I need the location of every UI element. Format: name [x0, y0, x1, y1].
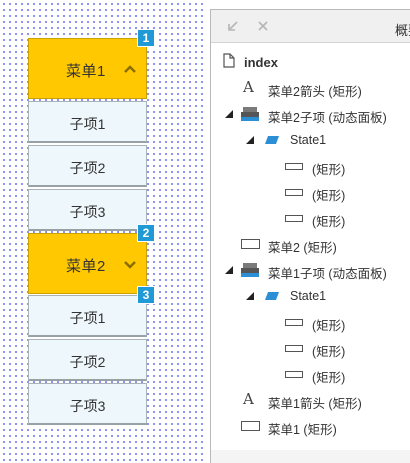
menu-header-2-label: 菜单2	[66, 258, 106, 275]
tree-row[interactable]: A 菜单1箭头 (矩形)	[211, 387, 410, 413]
tree-row[interactable]: 菜单1 (矩形)	[211, 413, 410, 439]
expand-triangle-icon[interactable]	[225, 110, 233, 118]
outline-tree[interactable]: index A 菜单2箭头 (矩形) 菜单2子项 (动态面板) State1 (…	[211, 44, 410, 463]
chevron-up-icon[interactable]	[122, 61, 138, 77]
submenu-item[interactable]: 子项2	[28, 145, 147, 187]
chevron-down-icon[interactable]	[122, 256, 138, 272]
tree-row[interactable]: (矩形)	[211, 179, 410, 205]
tree-row-label: (矩形)	[312, 371, 346, 385]
tree-row-label: State1	[290, 133, 327, 147]
tree-row-index[interactable]: index	[211, 49, 410, 75]
state-icon	[265, 136, 279, 144]
state-icon	[265, 292, 279, 300]
tree-row[interactable]: State1	[211, 283, 410, 309]
submenu-item[interactable]: 子项1	[28, 295, 147, 337]
outline-panel-header: 概要	[211, 10, 410, 43]
tree-row-label: 菜单1子项 (动态面板)	[268, 267, 387, 281]
rectangle-icon	[285, 319, 303, 326]
submenu-item-label: 子项2	[69, 354, 106, 370]
tree-row-label: 菜单2箭头 (矩形)	[268, 85, 362, 99]
tree-row-label: (矩形)	[312, 215, 346, 229]
tree-row[interactable]: 菜单2 (矩形)	[211, 231, 410, 257]
rectangle-icon	[241, 239, 260, 249]
horizontal-scrollbar[interactable]	[211, 450, 410, 463]
rectangle-icon	[285, 189, 303, 196]
rectangle-icon	[285, 371, 303, 378]
outline-panel: 概要 index A 菜单2箭头 (矩形) 菜单2子项 (动态面板)	[210, 9, 410, 463]
rectangle-icon	[285, 345, 303, 352]
submenu-item-label: 子项2	[69, 160, 106, 176]
tree-row-label: 菜单1箭头 (矩形)	[268, 397, 362, 411]
submenu-item[interactable]: 子项1	[28, 101, 147, 143]
tree-row-label: index	[244, 55, 278, 70]
rectangle-icon	[285, 163, 303, 170]
expand-triangle-icon[interactable]	[246, 292, 254, 300]
tree-row[interactable]: A 菜单2箭头 (矩形)	[211, 75, 410, 101]
annotation-badge-1[interactable]: 1	[137, 29, 155, 47]
submenu-item-label: 子项3	[69, 398, 106, 414]
tree-row-label: 菜单2子项 (动态面板)	[268, 111, 387, 125]
menu-header-2[interactable]: 菜单2	[28, 233, 147, 294]
design-canvas[interactable]: 菜单1 1 子项1 子项2 子项3 菜单2 2 子项1 3 子项2 子项3	[0, 0, 204, 463]
tree-row-label: 菜单2 (矩形)	[268, 241, 337, 255]
close-icon[interactable]	[257, 20, 269, 32]
tree-row[interactable]: (矩形)	[211, 335, 410, 361]
tree-row[interactable]: (矩形)	[211, 361, 410, 387]
submenu-item-label: 子项3	[69, 204, 106, 220]
dynamic-panel-icon	[241, 263, 259, 277]
submenu-item[interactable]: 子项3	[28, 189, 147, 231]
tree-row-label: (矩形)	[312, 189, 346, 203]
page-icon	[223, 53, 235, 68]
submenu-item-label: 子项1	[69, 310, 106, 326]
submenu-item-label: 子项1	[69, 116, 106, 132]
text-icon: A	[243, 78, 254, 96]
annotation-badge-2[interactable]: 2	[137, 224, 155, 242]
tree-row-label: 菜单1 (矩形)	[268, 423, 337, 437]
tree-row[interactable]: 菜单1子项 (动态面板)	[211, 257, 410, 283]
submenu-item[interactable]: 子项2	[28, 339, 147, 381]
dynamic-panel-icon	[241, 107, 259, 121]
expand-triangle-icon[interactable]	[225, 266, 233, 274]
tree-row-label: (矩形)	[312, 319, 346, 333]
rectangle-icon	[285, 215, 303, 222]
tree-row[interactable]: State1	[211, 127, 410, 153]
collapse-icon[interactable]	[227, 20, 239, 32]
tree-row[interactable]: 菜单2子项 (动态面板)	[211, 101, 410, 127]
submenu-item[interactable]: 子项3	[28, 383, 147, 425]
tree-row-label: (矩形)	[312, 163, 346, 177]
rectangle-icon	[241, 421, 260, 431]
expand-triangle-icon[interactable]	[246, 136, 254, 144]
annotation-badge-3[interactable]: 3	[137, 286, 155, 304]
tree-row[interactable]: (矩形)	[211, 205, 410, 231]
tree-row[interactable]: (矩形)	[211, 153, 410, 179]
tree-row-label: State1	[290, 289, 327, 303]
menu-header-1-label: 菜单1	[66, 63, 106, 80]
panel-title: 概要	[394, 23, 410, 38]
tree-row[interactable]: (矩形)	[211, 309, 410, 335]
tree-row-label: (矩形)	[312, 345, 346, 359]
text-icon: A	[243, 390, 254, 408]
menu-header-1[interactable]: 菜单1	[28, 38, 147, 99]
